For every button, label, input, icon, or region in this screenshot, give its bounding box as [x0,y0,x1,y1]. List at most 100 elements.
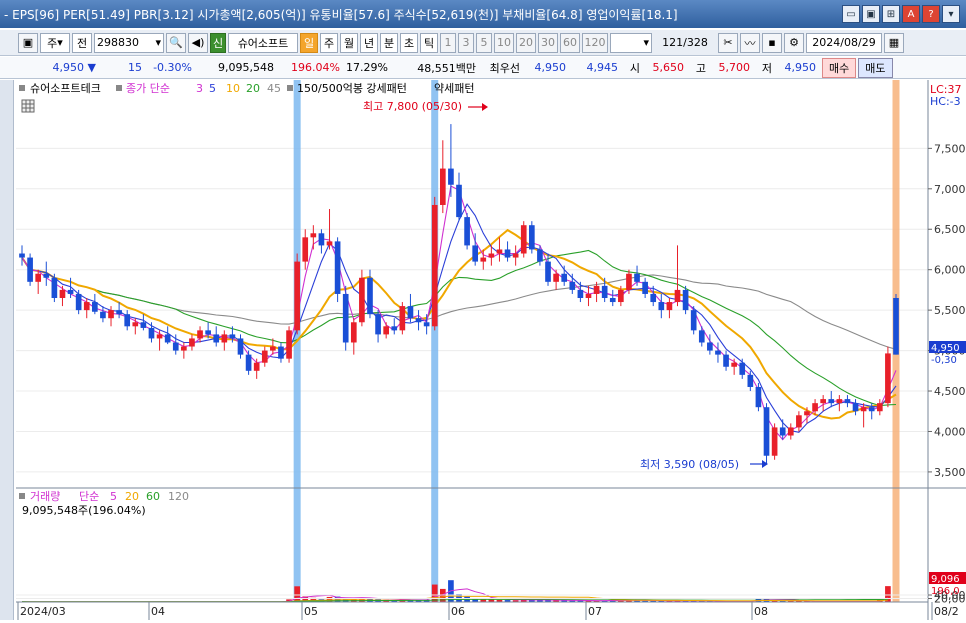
candlestick-chart[interactable]: 슈어소프트테크 종가 단순 3 5 10 20 45 150/500억봉 강세패… [16,80,966,620]
legend-vol-ma60: 60 [146,490,160,503]
search-icon[interactable]: 🔍 [166,33,186,53]
candle-body [60,290,66,298]
candle-body [246,355,252,371]
minute-3[interactable]: 3 [458,33,474,53]
buy-button[interactable]: 매수 [822,58,856,78]
stock-code-input[interactable]: 298830▾ [94,33,164,53]
candle-body [100,312,106,318]
candle-body [141,322,147,328]
font-icon[interactable]: A [902,5,920,23]
low-annotation: 최저 3,590 (08/05) [640,458,739,471]
legend-pattern-strong: 150/500억봉 강세패턴 [297,82,407,95]
candle-body [68,290,74,294]
jeon-button[interactable]: 전 [72,33,92,53]
candle-body [116,310,122,314]
legend-vol-ma20: 20 [125,490,139,503]
indicator-icon[interactable]: 〰 [740,33,760,53]
left-scroll-strip[interactable] [0,80,14,620]
window-icon[interactable]: ▣ [862,5,880,23]
price-tick-label: 6,500 [934,223,966,236]
minute-120[interactable]: 120 [582,33,608,53]
price-ticks: 7,5007,0006,5006,0005,5005,0004,5004,000… [928,142,966,479]
period-week[interactable]: 주 [320,33,338,53]
interval-select[interactable]: ▾ [610,33,652,53]
minute-10[interactable]: 10 [494,33,514,53]
close-icon[interactable]: ▾ [942,5,960,23]
candle-body [408,306,414,318]
dropdown-icon[interactable]: ▾ [155,36,161,49]
calendar-icon[interactable]: ▦ [884,33,904,53]
period-second[interactable]: 초 [400,33,418,53]
candle-body [132,322,138,326]
period-year[interactable]: 년 [360,33,378,53]
tools-icon[interactable]: ✂ [718,33,738,53]
period-day[interactable]: 일 [300,33,318,53]
candle-body [877,403,883,411]
legend-pattern-weak: 약세패턴 [434,81,474,95]
volume-ratio: 196.04% [274,61,340,74]
chart-type-icon[interactable]: ▣ [18,33,38,53]
settings-icon[interactable]: ⚙ [784,33,804,53]
candle-body [19,254,25,258]
legend-stock-name: 슈어소프트테크 [30,82,101,95]
speaker-icon[interactable]: ◀) [188,33,208,53]
candle-body [472,245,478,261]
candle-body [667,302,673,310]
high-label: 고 [684,60,706,76]
minute-30[interactable]: 30 [538,33,558,53]
current-change-tag: -0,30 [931,355,957,366]
restore-icon[interactable]: ▭ [842,5,860,23]
candle-body [35,274,41,282]
minute-20[interactable]: 20 [516,33,536,53]
candle-body [302,237,308,261]
minute-1[interactable]: 1 [440,33,456,53]
candle-body [400,306,406,330]
title-text: - EPS[96] PER[51.49] PBR[3.12] 시가총액[2,60… [4,6,678,23]
period-minute[interactable]: 분 [380,33,398,53]
candle-body [715,351,721,355]
table-icon[interactable] [22,100,34,112]
candle-body [262,351,268,363]
candle-body [602,286,608,298]
candle-body [278,347,284,359]
legend-marker [287,85,293,91]
candle-body [885,353,891,403]
date-input[interactable]: 2024/08/29 [806,33,882,53]
x-axis-label: 04 [151,605,165,618]
minute-5[interactable]: 5 [476,33,492,53]
best-ask: 4,950 [520,61,566,74]
market-mode-select[interactable]: 주▾ [40,33,70,53]
save-icon[interactable]: ▪ [762,33,782,53]
candle-body [756,387,762,407]
candle-body [149,328,155,339]
best-ask-label: 최우선 [476,60,520,76]
candle-body [772,427,778,455]
period-tick[interactable]: 틱 [420,33,438,53]
chart-area[interactable]: 슈어소프트테크 종가 단순 3 5 10 20 45 150/500억봉 강세패… [16,80,966,620]
candle-body [456,185,462,217]
legend-marker [19,85,25,91]
legend-marker [19,493,25,499]
minute-60[interactable]: 60 [560,33,580,53]
pin-icon[interactable]: ⊞ [882,5,900,23]
candle-body [723,355,729,367]
help-icon[interactable]: ? [922,5,940,23]
candle-body [780,427,786,435]
low-price: 4,950 [772,61,816,74]
low-label: 저 [750,60,772,76]
candle-body [521,225,527,253]
candle-body [424,322,430,326]
new-badge: 신 [210,33,226,53]
sell-button[interactable]: 매도 [858,58,892,78]
candle-body [626,274,632,290]
price-tick-label: 7,000 [934,183,966,196]
x-axis-label: 05 [304,605,318,618]
candle-body [213,334,219,342]
candle-body [748,375,754,387]
candle-body [739,363,745,375]
candle-body [440,169,446,205]
candle-body [505,249,511,257]
candle-body [699,330,705,342]
volume-bar [432,585,438,602]
period-month[interactable]: 월 [340,33,358,53]
